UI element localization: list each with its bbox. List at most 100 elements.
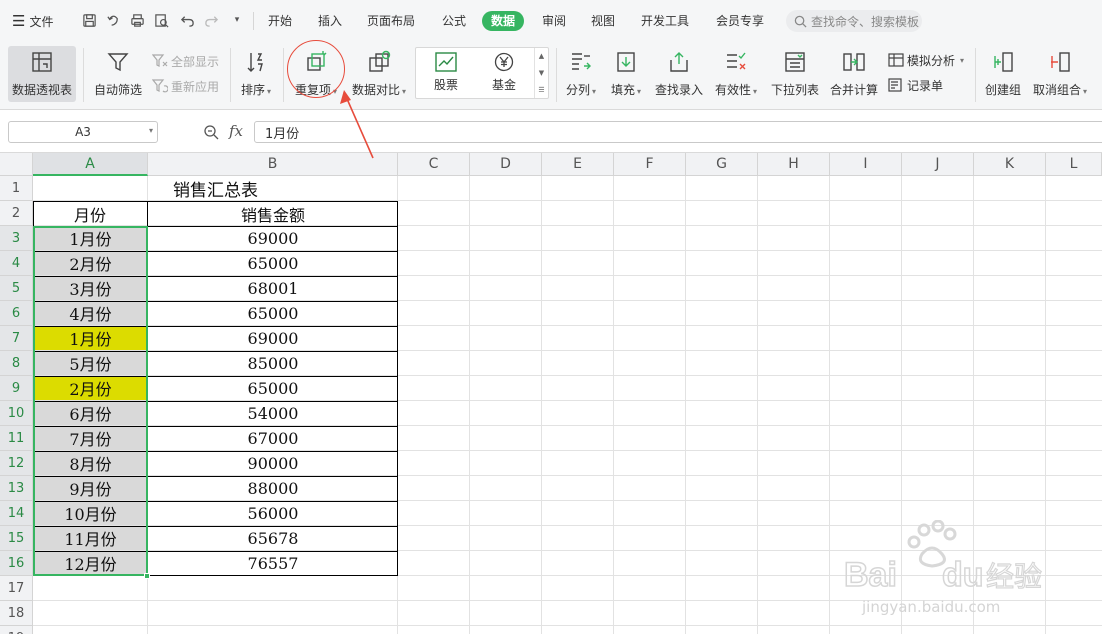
undo-history-icon[interactable] bbox=[104, 11, 122, 29]
stock-button[interactable]: 股票 bbox=[418, 52, 474, 94]
formula-bar: A3 ▾ fx 1月份 bbox=[0, 110, 1102, 153]
column-header-j[interactable]: J bbox=[902, 153, 974, 176]
record-form-icon bbox=[888, 78, 902, 92]
pivot-table-button[interactable]: 数据透视表 bbox=[8, 46, 76, 102]
expand-gallery-icon[interactable]: ☰ bbox=[538, 86, 544, 94]
row-header-5[interactable]: 5 bbox=[0, 276, 33, 301]
row-header-7[interactable]: 7 bbox=[0, 326, 33, 351]
column-header-k[interactable]: K bbox=[974, 153, 1046, 176]
name-box[interactable]: A3 ▾ bbox=[8, 121, 158, 143]
ungroup-button[interactable]: 取消组合 ▾ bbox=[1030, 46, 1090, 102]
formula-input[interactable]: 1月份 bbox=[254, 121, 1102, 143]
tab-formulas[interactable]: 公式 bbox=[442, 11, 466, 31]
row-header-8[interactable]: 8 bbox=[0, 351, 33, 376]
what-if-icon bbox=[888, 53, 904, 67]
command-search[interactable]: 查找命令、搜索模板 bbox=[786, 10, 922, 32]
tab-member[interactable]: 会员专享 bbox=[716, 11, 764, 31]
search-icon bbox=[794, 15, 807, 28]
fill-label: 填充 ▾ bbox=[610, 83, 642, 97]
chevron-up-icon[interactable]: ▲ bbox=[539, 52, 544, 60]
fill-down-icon bbox=[613, 49, 639, 75]
ungroup-icon bbox=[1047, 49, 1073, 75]
gridline bbox=[685, 176, 686, 634]
reapply-label: 重新应用 bbox=[171, 79, 220, 94]
sort-label: 排序 ▾ bbox=[240, 83, 272, 97]
column-header-h[interactable]: H bbox=[758, 153, 830, 176]
zoom-search-icon[interactable] bbox=[203, 124, 219, 140]
row-header-15[interactable]: 15 bbox=[0, 526, 33, 551]
tab-data[interactable]: 数据 bbox=[482, 11, 525, 31]
print-icon[interactable] bbox=[128, 11, 146, 29]
redo-icon[interactable] bbox=[202, 11, 220, 29]
row-header-17[interactable]: 17 bbox=[0, 576, 33, 601]
row-header-12[interactable]: 12 bbox=[0, 451, 33, 476]
menu-bar: ☰ 文件 ▾ 开始 插入 页面布局 公式 数据 审阅 视图 开发工具 会员专享 … bbox=[0, 0, 1102, 42]
split-column-button[interactable]: 分列 ▾ bbox=[562, 46, 600, 102]
tab-review[interactable]: 审阅 bbox=[542, 11, 566, 31]
column-header-e[interactable]: E bbox=[542, 153, 614, 176]
column-header-b[interactable]: B bbox=[148, 153, 398, 176]
merge-calc-button[interactable]: 合并计算 bbox=[827, 46, 881, 102]
auto-filter-button[interactable]: 自动筛选 bbox=[92, 46, 144, 102]
tab-insert[interactable]: 插入 bbox=[318, 11, 342, 31]
column-header-i[interactable]: I bbox=[830, 153, 902, 176]
gallery-scroller[interactable]: ▲ ▼ ☰ bbox=[534, 48, 548, 98]
column-header-g[interactable]: G bbox=[686, 153, 758, 176]
column-header-l[interactable]: L bbox=[1046, 153, 1102, 176]
gridline bbox=[541, 176, 542, 634]
data-compare-button[interactable]: 数据对比 ▾ bbox=[349, 46, 409, 102]
row-header-10[interactable]: 10 bbox=[0, 401, 33, 426]
print-preview-icon[interactable] bbox=[152, 11, 170, 29]
chevron-down-icon[interactable]: ▾ bbox=[149, 126, 153, 135]
tab-developer[interactable]: 开发工具 bbox=[641, 11, 689, 31]
divider bbox=[230, 48, 231, 102]
undo-icon[interactable] bbox=[178, 11, 196, 29]
create-group-button[interactable]: 创建组 bbox=[982, 46, 1024, 102]
row-header-2[interactable]: 2 bbox=[0, 201, 33, 226]
column-header-a[interactable]: A bbox=[33, 153, 148, 176]
column-header-f[interactable]: F bbox=[614, 153, 686, 176]
row-header-9[interactable]: 9 bbox=[0, 376, 33, 401]
row-header-6[interactable]: 6 bbox=[0, 301, 33, 326]
column-header-d[interactable]: D bbox=[470, 153, 542, 176]
row-header-13[interactable]: 13 bbox=[0, 476, 33, 501]
fund-button[interactable]: 基金 bbox=[476, 52, 532, 94]
column-header-c[interactable]: C bbox=[398, 153, 470, 176]
insert-function-icon[interactable]: fx bbox=[229, 122, 243, 140]
tab-home[interactable]: 开始 bbox=[268, 11, 292, 31]
row-header-18[interactable]: 18 bbox=[0, 601, 33, 626]
tab-page-layout[interactable]: 页面布局 bbox=[367, 11, 415, 31]
sort-button[interactable]: 排序 ▾ bbox=[236, 46, 276, 102]
row-header-19[interactable]: 19 bbox=[0, 626, 33, 634]
chevron-down-icon[interactable]: ▾ bbox=[228, 11, 246, 29]
validity-label: 有效性 ▾ bbox=[714, 83, 758, 97]
row-header-11[interactable]: 11 bbox=[0, 426, 33, 451]
filter-icon bbox=[105, 49, 131, 75]
file-menu[interactable]: ☰ 文件 bbox=[12, 11, 53, 31]
split-column-label: 分列 ▾ bbox=[565, 83, 597, 97]
divider bbox=[556, 48, 557, 102]
record-form-button[interactable]: 记录单 bbox=[888, 76, 943, 94]
row-header-4[interactable]: 4 bbox=[0, 251, 33, 276]
validity-button[interactable]: 有效性 ▾ bbox=[711, 46, 761, 102]
dropdown-list-button[interactable]: 下拉列表 bbox=[768, 46, 822, 102]
select-all-corner[interactable] bbox=[0, 153, 33, 176]
search-placeholder: 查找命令、搜索模板 bbox=[811, 14, 920, 29]
what-if-label: 模拟分析 bbox=[907, 53, 956, 68]
row-header-16[interactable]: 16 bbox=[0, 551, 33, 576]
save-icon[interactable] bbox=[80, 11, 98, 29]
fill-button[interactable]: 填充 ▾ bbox=[606, 46, 646, 102]
filter-clear-icon bbox=[152, 54, 168, 67]
what-if-button[interactable]: 模拟分析 ▾ bbox=[888, 51, 964, 69]
row-header-1[interactable]: 1 bbox=[0, 176, 33, 201]
row-header-3[interactable]: 3 bbox=[0, 226, 33, 251]
show-all-button[interactable]: 全部显示 bbox=[152, 52, 219, 70]
tab-view[interactable]: 视图 bbox=[591, 11, 615, 31]
reapply-button[interactable]: 重新应用 bbox=[152, 77, 219, 95]
lookup-entry-button[interactable]: 查找录入 bbox=[652, 46, 706, 102]
sheet-title-cell[interactable]: 销售汇总表 bbox=[33, 176, 398, 201]
selection-range bbox=[33, 226, 148, 576]
fill-handle[interactable] bbox=[144, 573, 150, 579]
chevron-down-icon[interactable]: ▼ bbox=[539, 69, 544, 77]
row-header-14[interactable]: 14 bbox=[0, 501, 33, 526]
